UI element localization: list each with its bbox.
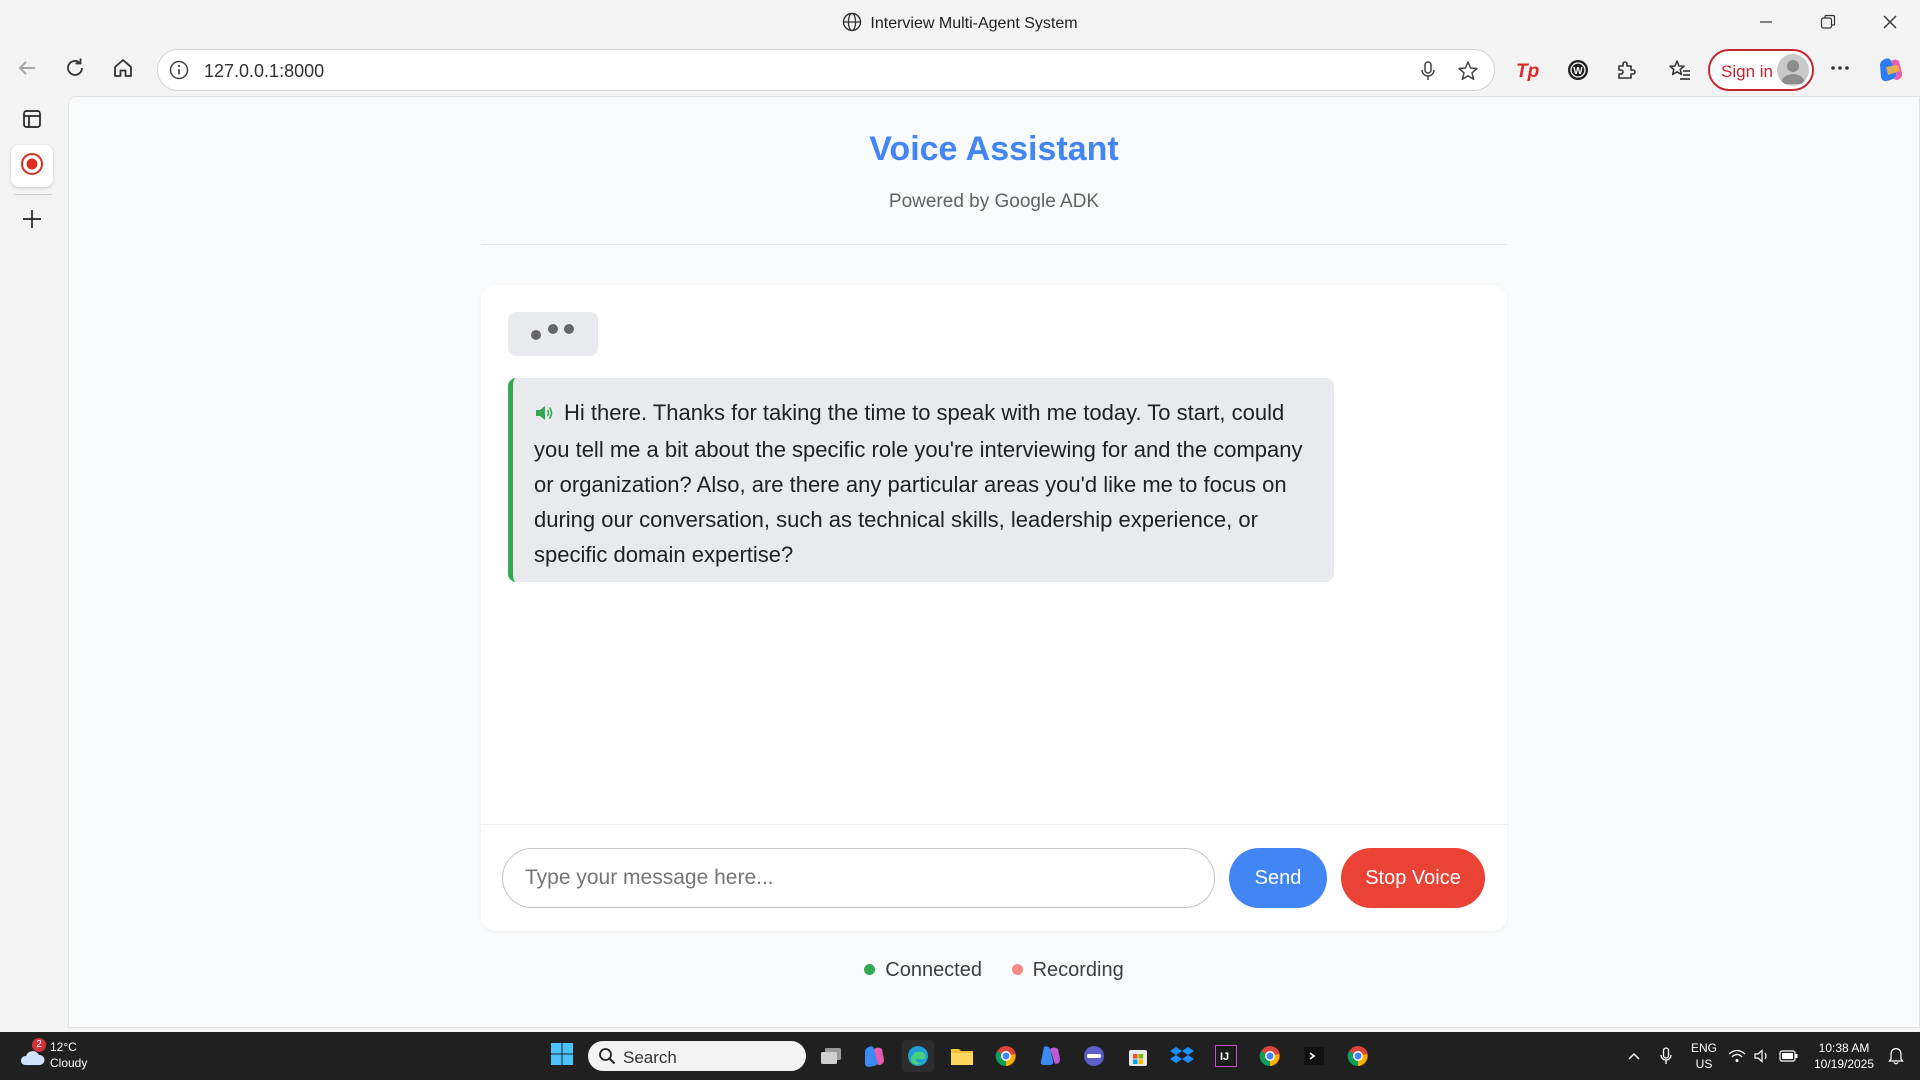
recording-dot-icon [1011, 964, 1023, 975]
sidebar-divider [14, 194, 52, 195]
sign-in-button[interactable]: Sign in [1708, 49, 1814, 91]
profile-avatar-icon [1777, 54, 1809, 86]
tray-microphone-icon[interactable] [1650, 1040, 1682, 1072]
extensions-puzzle-icon[interactable] [1606, 50, 1646, 90]
connected-status: Connected [864, 959, 982, 982]
volume-icon[interactable] [1752, 1040, 1774, 1072]
recording-label: Recording [1032, 959, 1124, 981]
region-label: US [1695, 1057, 1713, 1071]
restore-button[interactable] [1797, 0, 1859, 44]
message-text: Hi there. Thanks for taking the time to … [534, 400, 1303, 567]
tab-actions-button[interactable] [11, 100, 53, 142]
new-tab-button[interactable] [11, 200, 53, 242]
svg-text:Tp: Tp [1516, 61, 1539, 82]
weather-badge: 2 [32, 1038, 46, 1052]
site-info-icon[interactable] [168, 59, 190, 86]
battery-icon[interactable] [1778, 1040, 1800, 1072]
taskbar-search[interactable]: Search [588, 1041, 806, 1071]
address-bar[interactable]: 127.0.0.1:8000 [157, 49, 1495, 91]
app-header: Voice Assistant Powered by Google ADK [481, 97, 1507, 245]
svg-text:IJ: IJ [1220, 1051, 1229, 1063]
status-bar: Connected Recording [481, 959, 1507, 989]
record-icon [20, 152, 44, 181]
chrome-dev-taskbar-icon[interactable] [1342, 1040, 1374, 1072]
refresh-icon [63, 56, 87, 85]
connected-label: Connected [885, 959, 982, 981]
language-label: ENG [1690, 1041, 1717, 1055]
refresh-button[interactable] [55, 50, 95, 90]
globe-icon [842, 12, 862, 37]
wifi-icon[interactable] [1726, 1040, 1748, 1072]
minimize-button[interactable] [1735, 0, 1797, 44]
m365-taskbar-icon[interactable] [1034, 1040, 1066, 1072]
search-icon [598, 1047, 616, 1070]
cloud-icon [18, 1048, 46, 1073]
page-title: Voice Assistant [869, 130, 1119, 168]
task-view-icon[interactable] [815, 1040, 847, 1072]
clock-date: 10/19/2025 [1813, 1057, 1875, 1071]
speaker-icon [534, 397, 554, 432]
page-subtitle: Powered by Google ADK [888, 191, 1100, 212]
tp-extension-icon[interactable]: Tp [1508, 50, 1548, 90]
address-url[interactable]: 127.0.0.1:8000 [204, 61, 324, 82]
svg-text:W: W [1573, 66, 1583, 77]
windows-taskbar: 2 12°C Cloudy Search IJ ENG US 10:38 AM … [0, 1032, 1920, 1080]
typing-dot [548, 324, 558, 334]
chrome-profile-taskbar-icon[interactable] [1254, 1040, 1286, 1072]
extension-w-icon[interactable]: W [1558, 50, 1598, 90]
clock-time: 10:38 AM [1818, 1041, 1870, 1055]
message-input[interactable] [502, 848, 1215, 908]
home-button[interactable] [103, 50, 143, 90]
browser-sidebar [0, 96, 66, 1031]
window-title: Interview Multi-Agent System [870, 15, 1078, 32]
copilot-taskbar-icon[interactable] [858, 1040, 890, 1072]
sign-in-label: Sign in [1721, 62, 1773, 81]
typing-dot [564, 324, 574, 334]
connected-dot-icon [864, 964, 876, 975]
edge-taskbar-icon[interactable] [902, 1040, 934, 1072]
recording-status: Recording [1011, 959, 1124, 982]
web-content: Voice Assistant Powered by Google ADK Hi… [68, 96, 1920, 1028]
close-window-button[interactable] [1859, 0, 1920, 44]
terminal-taskbar-icon[interactable] [1298, 1040, 1330, 1072]
message-list[interactable]: Hi there. Thanks for taking the time to … [481, 285, 1507, 825]
send-button[interactable]: Send [1229, 848, 1327, 908]
window-titlebar: Interview Multi-Agent System [0, 0, 1920, 44]
weather-condition: Cloudy [50, 1056, 88, 1070]
favorite-star-icon[interactable] [1456, 59, 1480, 88]
agent-message: Hi there. Thanks for taking the time to … [508, 378, 1334, 582]
input-area: Send Stop Voice [481, 825, 1507, 931]
browser-toolbar: 127.0.0.1:8000 Tp W Sign in [0, 44, 1920, 96]
windows-logo-icon [550, 1042, 574, 1071]
favorites-icon[interactable] [1660, 50, 1700, 90]
jetbrains-taskbar-icon[interactable]: IJ [1210, 1040, 1242, 1072]
back-arrow-icon [15, 56, 39, 85]
clock[interactable]: 10:38 AM 10/19/2025 [1808, 1040, 1880, 1072]
store-taskbar-icon[interactable] [1122, 1040, 1154, 1072]
dropbox-taskbar-icon[interactable] [1166, 1040, 1198, 1072]
start-button[interactable] [546, 1040, 578, 1072]
settings-more-button[interactable] [1820, 50, 1860, 90]
typing-dot [531, 330, 541, 340]
tabs-panel-icon [21, 108, 43, 135]
search-label: Search [623, 1048, 677, 1067]
chrome-taskbar-icon[interactable] [990, 1040, 1022, 1072]
chat-container: Hi there. Thanks for taking the time to … [481, 285, 1507, 931]
file-explorer-icon[interactable] [946, 1040, 978, 1072]
more-dots-icon [1828, 56, 1852, 85]
copilot-icon[interactable] [1871, 50, 1911, 90]
notification-bell-icon[interactable] [1884, 1040, 1908, 1072]
typing-indicator [508, 312, 598, 356]
tray-chevron-up-icon[interactable] [1618, 1040, 1650, 1072]
microphone-icon[interactable] [1418, 60, 1438, 87]
home-icon [111, 56, 135, 85]
recording-tab[interactable] [11, 145, 53, 187]
app-taskbar-icon[interactable] [1078, 1040, 1110, 1072]
weather-temp: 12°C [50, 1040, 77, 1054]
stop-voice-button[interactable]: Stop Voice [1341, 848, 1485, 908]
back-button[interactable] [7, 50, 47, 90]
plus-icon [21, 208, 43, 235]
